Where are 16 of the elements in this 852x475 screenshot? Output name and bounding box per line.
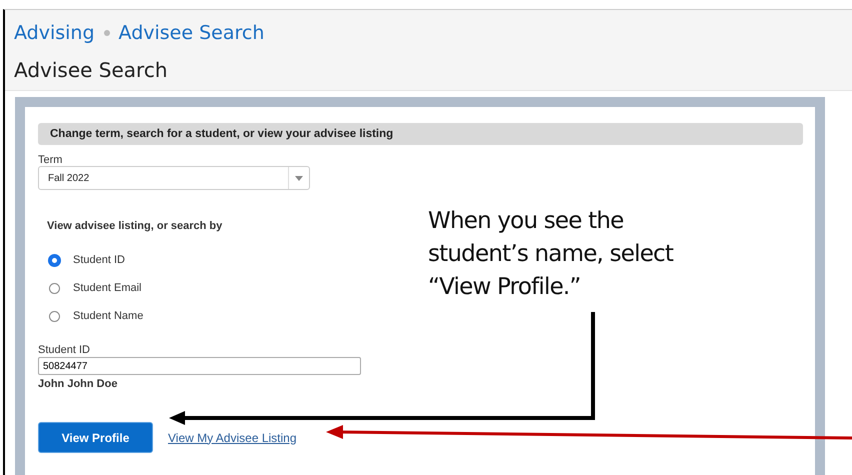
section-label: View advisee listing, or search by [47,220,222,232]
field-label: Student ID [38,344,91,356]
caret-icon [295,176,303,180]
field-label: Term [38,154,64,166]
breadcrumb-link[interactable]: Advisee Search [118,22,264,44]
student-name: John John Doe [38,378,118,390]
view-profile-button[interactable]: View Profile [38,422,153,453]
separator-dot-icon [104,30,110,36]
term-dropdown[interactable]: Fall 2022 [38,166,310,190]
annotation-text: When you see the student’s name, select “View Profile.” [428,207,674,302]
advisee-listing-link[interactable]: View My Advisee Listing [168,430,297,444]
breadcrumb-link[interactable]: Advising [14,22,95,44]
radio-option[interactable]: Student Name [49,310,803,322]
page-title: Advisee Search [14,58,169,82]
section-header: Change term, search for a student, or view your advisee listing [38,123,803,145]
student-id-field[interactable]: 50824477 [38,357,361,375]
